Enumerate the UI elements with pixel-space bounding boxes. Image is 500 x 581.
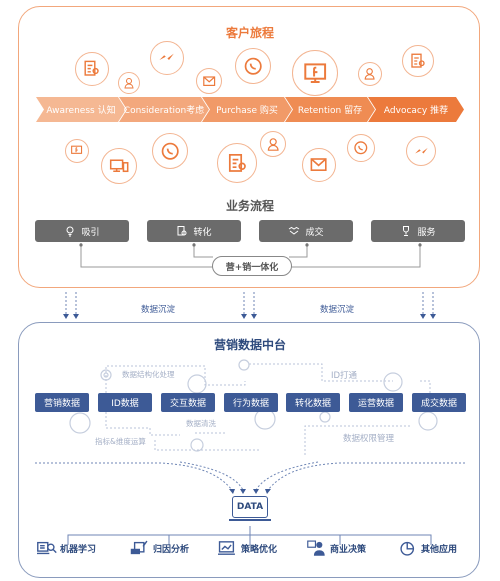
integration-label: 营+销一体化 — [212, 256, 292, 276]
data-item-conversion: 转化数据 — [286, 393, 340, 412]
data-hub: DATA — [232, 496, 268, 518]
sedimentation-arrows — [63, 292, 436, 319]
app-machine-learning: 机器学习 — [37, 540, 96, 556]
attribution-icon — [130, 540, 148, 555]
process-connectors — [79, 243, 422, 268]
data-platform-title: 营销数据中台 — [213, 338, 286, 352]
data-item-interaction: 交互数据 — [161, 393, 215, 412]
data-hub-base — [229, 519, 271, 521]
machine-learning-icon — [37, 541, 57, 555]
data-item-operation: 运营数据 — [349, 393, 403, 412]
app-other: 其他应用 — [398, 540, 457, 556]
data-item-transaction: 成交数据 — [412, 393, 466, 412]
process-cleaning-label: 数据清洗 — [186, 419, 216, 428]
app-strategy-optimization: 策略优化 — [218, 540, 277, 556]
process-metrics-label: 指标&维度运算 — [95, 437, 146, 446]
pie-chart-icon — [400, 541, 415, 556]
data-item-id: ID数据 — [98, 393, 152, 412]
sedimentation-label-2: 数据沉淀 — [320, 305, 355, 315]
strategy-chart-icon — [218, 541, 235, 555]
process-permissions-label: 数据权限管理 — [343, 434, 395, 444]
app-business-decision: 商业决策 — [307, 540, 366, 556]
process-structuring-label: 数据结构化处理 — [122, 370, 175, 379]
sedimentation-label-1: 数据沉淀 — [141, 305, 176, 315]
business-decision-icon — [307, 540, 325, 556]
data-item-behavior: 行为数据 — [224, 393, 278, 412]
app-attribution: 归因分析 — [130, 540, 189, 556]
data-item-marketing: 营销数据 — [35, 393, 89, 412]
process-id-linking-label: ID打通 — [331, 371, 358, 381]
